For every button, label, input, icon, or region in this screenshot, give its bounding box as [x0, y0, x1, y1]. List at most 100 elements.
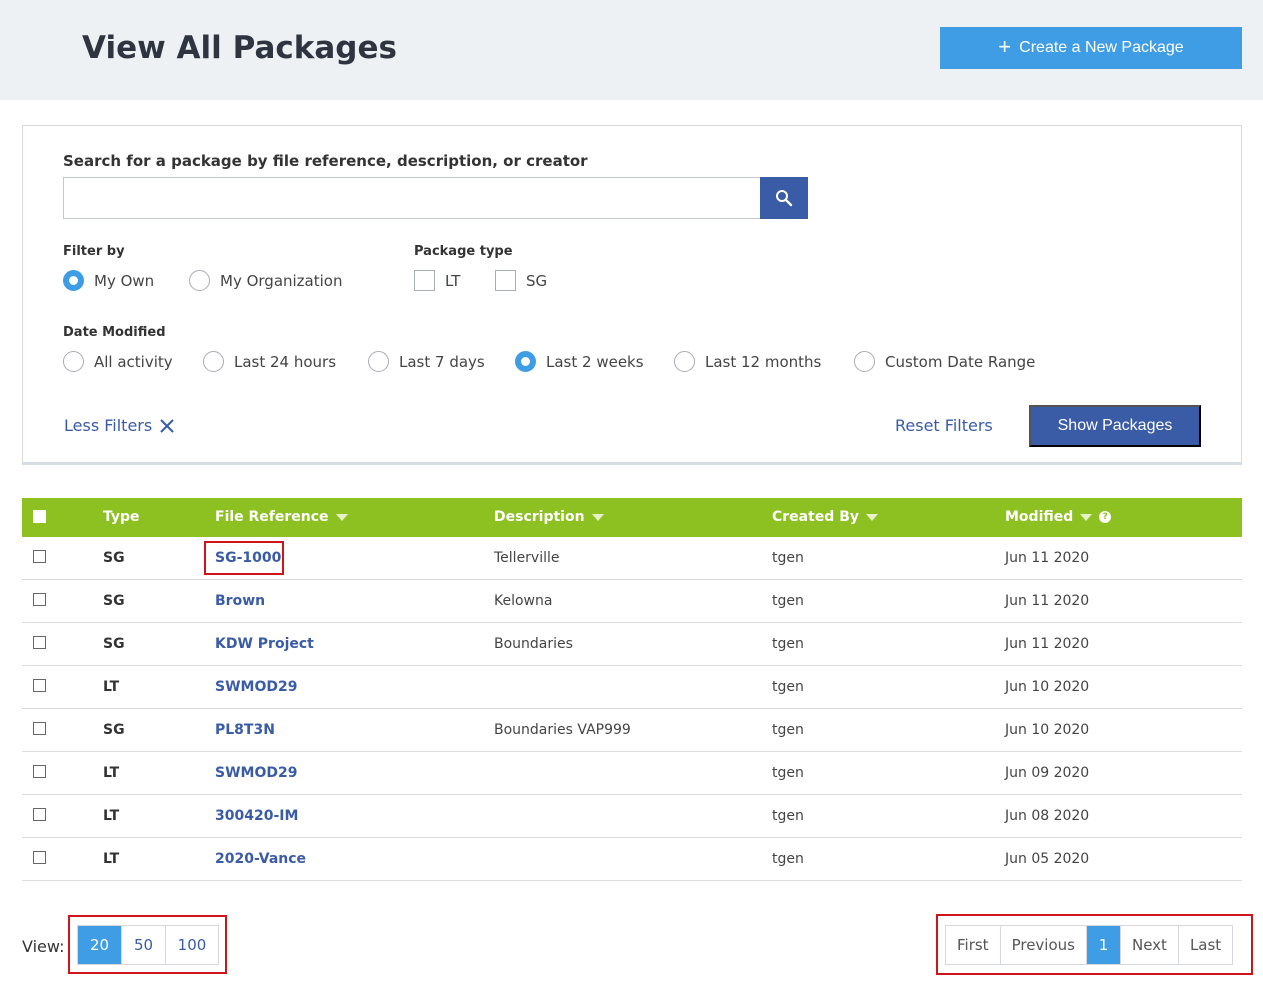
package-type-lt[interactable]: LT [414, 270, 460, 291]
row-checkbox[interactable] [33, 808, 46, 821]
cell-created-by: tgen [772, 765, 804, 781]
column-modified[interactable]: Modified ? [1005, 509, 1112, 525]
filter-panel: Search for a package by file reference, … [22, 125, 1242, 465]
cell-created-by: tgen [772, 593, 804, 609]
cell-created-by: tgen [772, 679, 804, 695]
date-last-12-months[interactable]: Last 12 months [674, 351, 821, 372]
table-row: SG SG-1000 Tellerville tgen Jun 11 2020 [22, 537, 1242, 580]
search-icon [776, 190, 793, 207]
option-label: Last 24 hours [234, 352, 337, 371]
table-row: SG PL8T3N Boundaries VAP999 tgen Jun 10 … [22, 709, 1242, 752]
cell-type: LT [103, 679, 120, 695]
table-header: Type File Reference Description Created … [22, 498, 1242, 537]
cell-type: SG [103, 593, 125, 609]
column-label: Type [103, 509, 140, 525]
page-title: View All Packages [82, 30, 397, 66]
table-row: SG Brown Kelowna tgen Jun 11 2020 [22, 580, 1242, 623]
option-label: LT [445, 271, 461, 290]
file-reference-link[interactable]: SWMOD29 [215, 765, 297, 781]
row-checkbox[interactable] [33, 550, 46, 563]
pager-last[interactable]: Last [1179, 926, 1232, 964]
radio-last-12-months[interactable] [674, 351, 695, 372]
radio-last-24-hours[interactable] [203, 351, 224, 372]
highlight-box [204, 541, 284, 575]
file-reference-link[interactable]: SWMOD29 [215, 679, 297, 695]
cell-description: Boundaries [494, 636, 573, 652]
column-created-by[interactable]: Created By [772, 509, 879, 525]
column-label: Description [494, 509, 585, 525]
close-icon [160, 418, 174, 433]
row-checkbox[interactable] [33, 851, 46, 864]
create-package-button[interactable]: + Create a New Package [940, 27, 1242, 69]
cell-type: SG [103, 550, 125, 566]
radio-all-activity[interactable] [63, 351, 84, 372]
help-icon[interactable]: ? [1099, 511, 1112, 523]
search-input[interactable] [63, 177, 761, 219]
filter-my-organization[interactable]: My Organization [189, 270, 342, 291]
filter-by-label: Filter by [63, 244, 125, 259]
show-packages-button[interactable]: Show Packages [1029, 405, 1201, 447]
checkbox-sg[interactable] [495, 270, 516, 291]
less-filters-link[interactable]: Less Filters [64, 416, 174, 435]
option-label: My Organization [220, 271, 343, 290]
radio-last-2-weeks[interactable] [515, 351, 536, 372]
package-type-sg[interactable]: SG [495, 270, 547, 291]
less-filters-label: Less Filters [64, 416, 153, 435]
table-row: LT 2020-Vance tgen Jun 05 2020 [22, 838, 1242, 881]
cell-modified: Jun 05 2020 [1005, 851, 1090, 867]
row-checkbox[interactable] [33, 765, 46, 778]
date-all-activity[interactable]: All activity [63, 351, 173, 372]
row-checkbox[interactable] [33, 593, 46, 606]
pager-current-page[interactable]: 1 [1086, 926, 1121, 964]
column-file-reference[interactable]: File Reference [215, 509, 348, 525]
radio-custom-range[interactable] [854, 351, 875, 372]
pager-first[interactable]: First [946, 926, 1001, 964]
package-type-label: Package type [414, 244, 513, 259]
date-last-7-days[interactable]: Last 7 days [368, 351, 485, 372]
table-row: LT SWMOD29 tgen Jun 09 2020 [22, 752, 1242, 795]
filter-my-own[interactable]: My Own [63, 270, 154, 291]
cell-modified: Jun 10 2020 [1005, 679, 1090, 695]
search-button[interactable] [760, 177, 808, 219]
sort-arrow-icon [335, 513, 348, 521]
table-row: LT 300420-IM tgen Jun 08 2020 [22, 795, 1242, 838]
table-row: SG KDW Project Boundaries tgen Jun 11 20… [22, 623, 1242, 666]
option-label: Last 12 months [705, 352, 822, 371]
cell-type: LT [103, 765, 120, 781]
table-row: LT SWMOD29 tgen Jun 10 2020 [22, 666, 1242, 709]
file-reference-link[interactable]: Brown [215, 593, 265, 609]
cell-created-by: tgen [772, 808, 804, 824]
select-all-checkbox[interactable] [33, 510, 46, 523]
file-reference-link[interactable]: 2020-Vance [215, 851, 306, 867]
cell-type: SG [103, 636, 125, 652]
date-last-24-hours[interactable]: Last 24 hours [203, 351, 336, 372]
radio-my-organization[interactable] [189, 270, 210, 291]
pager-previous[interactable]: Previous [1001, 926, 1087, 964]
search-label: Search for a package by file reference, … [63, 152, 588, 170]
file-reference-link[interactable]: PL8T3N [215, 722, 275, 738]
row-checkbox[interactable] [33, 722, 46, 735]
date-modified-label: Date Modified [63, 325, 166, 340]
pager-next[interactable]: Next [1121, 926, 1179, 964]
option-label: All activity [94, 352, 173, 371]
cell-created-by: tgen [772, 636, 804, 652]
date-custom-range[interactable]: Custom Date Range [854, 351, 1035, 372]
page-size-100[interactable]: 100 [166, 926, 218, 964]
column-label: File Reference [215, 509, 329, 525]
date-last-2-weeks[interactable]: Last 2 weeks [515, 351, 644, 372]
row-checkbox[interactable] [33, 679, 46, 692]
file-reference-link[interactable]: 300420-IM [215, 808, 298, 824]
file-reference-link[interactable]: KDW Project [215, 636, 314, 652]
cell-type: LT [103, 808, 120, 824]
cell-created-by: tgen [772, 550, 804, 566]
column-description[interactable]: Description [494, 509, 604, 525]
page-size-20[interactable]: 20 [78, 926, 122, 964]
checkbox-lt[interactable] [414, 270, 435, 291]
page-size-50[interactable]: 50 [122, 926, 166, 964]
page-header: View All Packages + Create a New Package [0, 0, 1263, 100]
radio-last-7-days[interactable] [368, 351, 389, 372]
radio-my-own[interactable] [63, 270, 84, 291]
reset-filters-link[interactable]: Reset Filters [895, 416, 993, 435]
cell-modified: Jun 11 2020 [1005, 550, 1090, 566]
row-checkbox[interactable] [33, 636, 46, 649]
